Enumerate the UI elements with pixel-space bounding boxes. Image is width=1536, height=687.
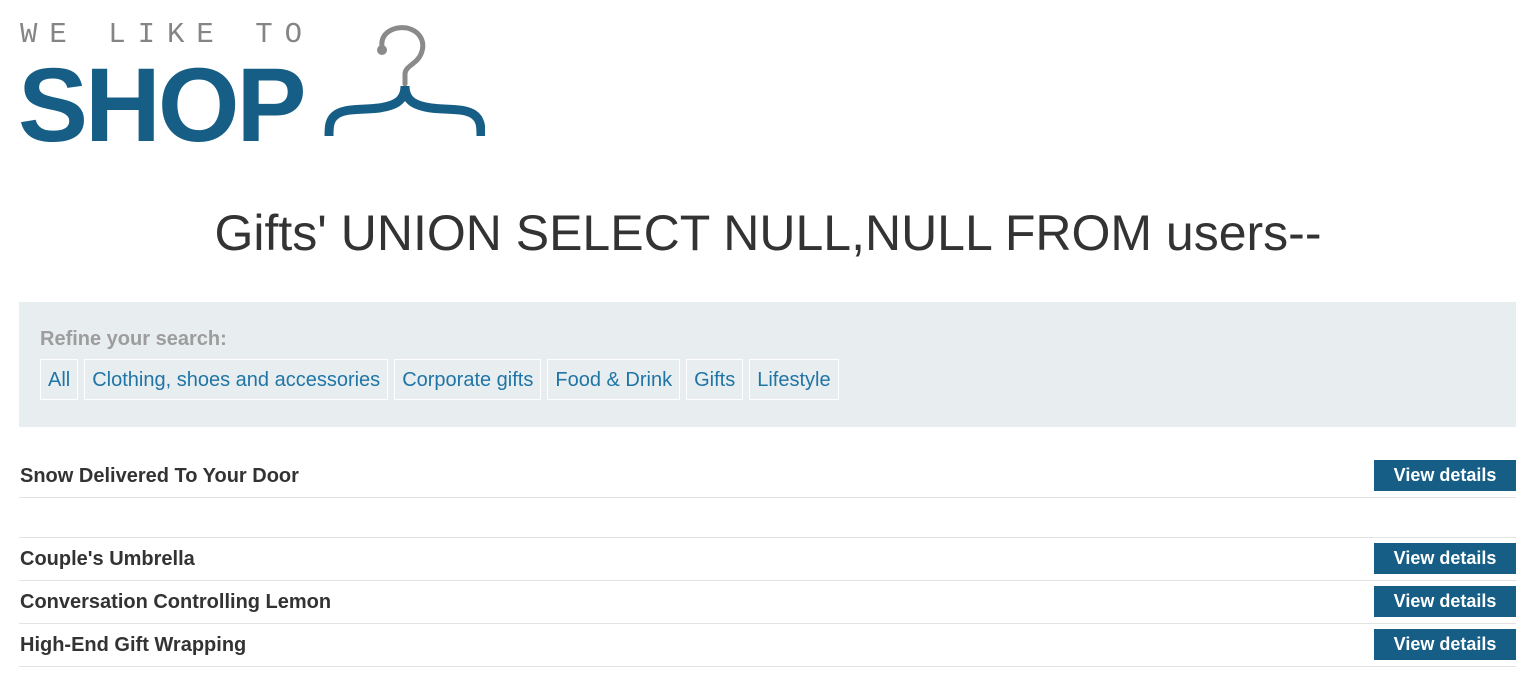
table-row: Snow Delivered To Your Door View details	[19, 455, 1516, 498]
page: WE LIKE TO SHOP Gifts' UNION SELECT NULL…	[0, 0, 1536, 687]
filter-lifestyle[interactable]: Lifestyle	[749, 359, 839, 400]
filter-food-drink[interactable]: Food & Drink	[547, 359, 681, 400]
filter-clothing[interactable]: Clothing, shoes and accessories	[84, 359, 389, 400]
product-table: Snow Delivered To Your Door View details…	[19, 455, 1516, 667]
product-name: Conversation Controlling Lemon	[20, 591, 332, 613]
category-filters: All Clothing, shoes and accessories Corp…	[40, 359, 839, 400]
product-name: High-End Gift Wrapping	[20, 634, 247, 656]
table-row: Couple's Umbrella View details	[19, 538, 1516, 581]
refine-search-panel: Refine your search: All Clothing, shoes …	[19, 302, 1516, 427]
table-row-empty	[19, 498, 1516, 538]
table-row: High-End Gift Wrapping View details	[19, 624, 1516, 667]
view-details-button[interactable]: View details	[1374, 543, 1516, 574]
logo-word: SHOP	[18, 47, 307, 164]
product-name: Snow Delivered To Your Door	[20, 465, 299, 487]
product-name: Couple's Umbrella	[20, 548, 195, 570]
table-row: Conversation Controlling Lemon View deta…	[19, 581, 1516, 624]
logo-tagline: WE LIKE TO	[20, 18, 315, 51]
site-logo[interactable]: WE LIKE TO SHOP	[18, 18, 488, 158]
page-title: Gifts' UNION SELECT NULL,NULL FROM users…	[214, 205, 1322, 261]
view-details-button[interactable]: View details	[1374, 460, 1516, 491]
view-details-button[interactable]: View details	[1374, 586, 1516, 617]
hanger-icon	[324, 25, 485, 137]
filter-corporate-gifts[interactable]: Corporate gifts	[394, 359, 542, 400]
refine-search-label: Refine your search:	[40, 328, 227, 350]
view-details-button[interactable]: View details	[1374, 629, 1516, 660]
filter-all[interactable]: All	[40, 359, 79, 400]
filter-gifts[interactable]: Gifts	[686, 359, 744, 400]
